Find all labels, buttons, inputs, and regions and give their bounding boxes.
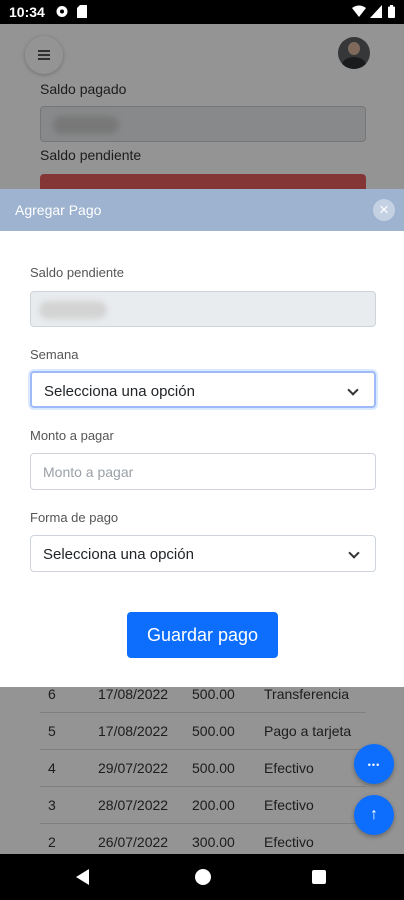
modal-header: Agregar Pago × xyxy=(0,189,404,231)
save-payment-button[interactable]: Guardar pago xyxy=(127,612,278,658)
forma-pago-label: Forma de pago xyxy=(30,510,119,525)
semana-select[interactable]: Selecciona una opción xyxy=(30,371,376,408)
chevron-down-icon xyxy=(347,384,359,396)
chevron-down-icon xyxy=(348,547,360,559)
sd-card-icon xyxy=(77,5,89,18)
saldo-pendiente-field xyxy=(30,291,376,327)
semana-label: Semana xyxy=(30,347,79,362)
add-payment-modal: Agregar Pago × Saldo pendiente Semana Se… xyxy=(0,189,404,687)
battery-icon xyxy=(388,5,395,18)
recents-icon[interactable] xyxy=(312,870,326,884)
home-icon[interactable] xyxy=(195,869,211,885)
arrow-up-icon: ↑ xyxy=(370,806,378,823)
scroll-to-top-button[interactable]: ↑ xyxy=(354,795,394,835)
saldo-pendiente-label: Saldo pendiente xyxy=(30,265,124,280)
modal-title: Agregar Pago xyxy=(15,202,102,218)
monto-label: Monto a pagar xyxy=(30,428,114,443)
close-icon[interactable]: × xyxy=(373,199,395,221)
app-notification-icon xyxy=(56,5,68,18)
forma-pago-selected-value: Selecciona una opción xyxy=(43,546,194,563)
semana-selected-value: Selecciona una opción xyxy=(44,383,195,400)
monto-input[interactable] xyxy=(30,453,376,490)
navigation-bar xyxy=(0,854,404,900)
more-options-button[interactable]: ••• xyxy=(354,744,394,784)
status-time: 10:34 xyxy=(9,4,45,20)
forma-pago-select[interactable]: Selecciona una opción xyxy=(30,535,376,572)
blurred-value xyxy=(39,301,107,319)
wifi-icon xyxy=(352,5,366,18)
more-horizontal-icon: ••• xyxy=(367,760,381,770)
back-icon[interactable] xyxy=(76,869,89,885)
signal-icon xyxy=(370,5,382,18)
